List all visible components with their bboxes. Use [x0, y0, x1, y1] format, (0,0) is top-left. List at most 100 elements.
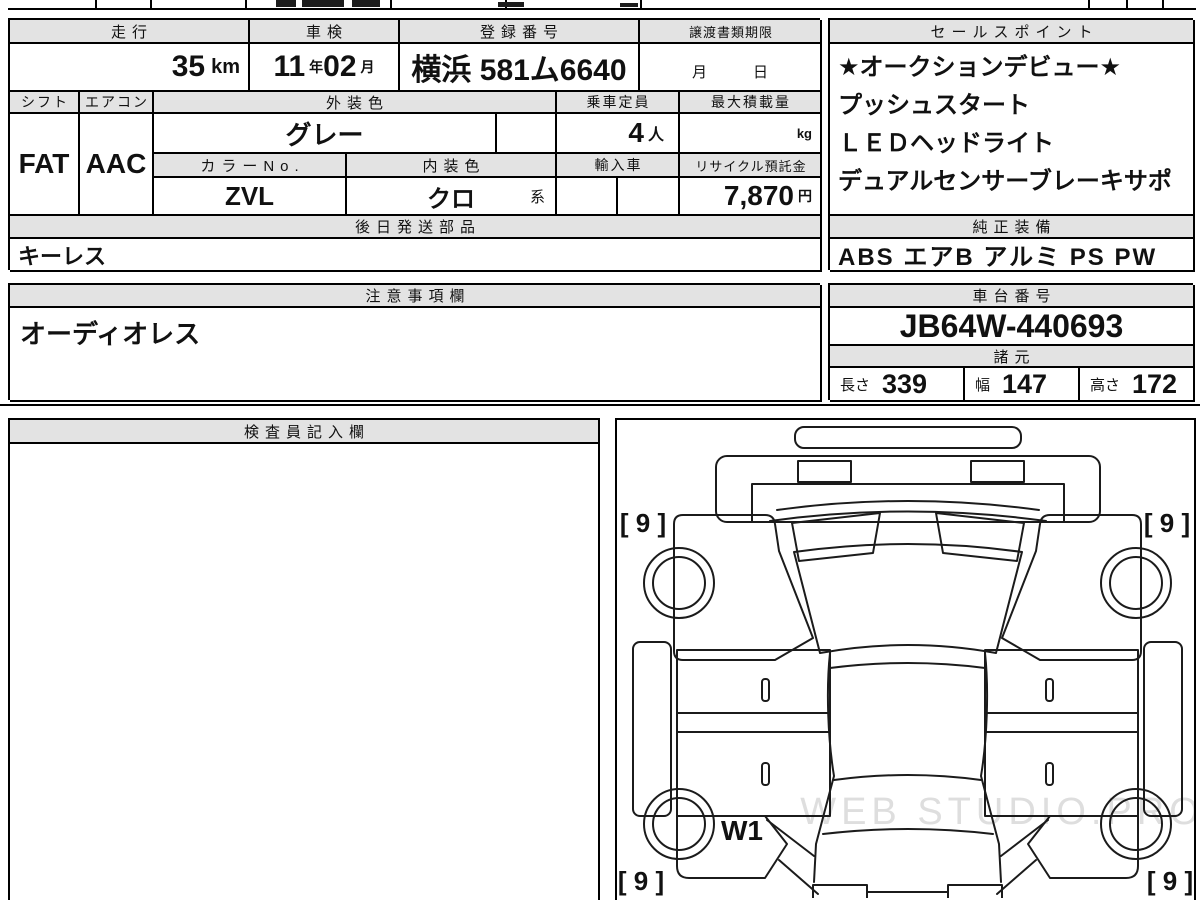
exterior-color-value-cell: グレー [154, 114, 497, 154]
aircon-value-cell: AAC [80, 114, 154, 216]
spec-width-value: 147 [1002, 368, 1048, 399]
spec-width-cell: 幅 147 [965, 368, 1080, 402]
exterior-color-value: グレー [285, 119, 364, 150]
transfer-deadline-day-label: 日 [753, 64, 769, 81]
notes-content: オーディオレス [10, 308, 822, 402]
later-parts-header: 後日発送部品 [10, 216, 822, 239]
later-parts-value: キーレス [18, 243, 107, 269]
interior-color-value-cell: クロ 系 [347, 178, 557, 216]
capacity-unit: 人 [647, 127, 664, 144]
corner-grade-bottom-left: [ 9 ] [618, 866, 664, 896]
corner-grade-top-left: [ 9 ] [620, 508, 666, 538]
spec-width-label: 幅 [975, 376, 991, 394]
chassis-header-label: 車台番号 [972, 288, 1057, 305]
later-parts-value-cell: キーレス [10, 239, 822, 272]
remnant-divider [1162, 0, 1164, 9]
chassis-value: JB64W-440693 [899, 307, 1124, 344]
import-car-header-label: 輸入車 [594, 157, 643, 173]
sales-points-header: セールスポイント [830, 20, 1195, 44]
shaken-year-unit: 年 [309, 59, 324, 75]
interior-color-header-label: 内装色 [422, 157, 486, 175]
remnant-divider [640, 0, 642, 9]
front-fender-right [1001, 514, 1142, 661]
registration-header-label: 登録番号 [479, 23, 564, 41]
wheel-rear-left [643, 788, 715, 860]
vehicle-info-table: 走行 車検 登録番号 譲渡書類期限 35 km 11 年 02 月 横浜 581… [8, 18, 822, 272]
side-sill-right [1143, 641, 1183, 817]
cropped-text-remnant [352, 0, 380, 7]
sales-point-line: ＬＥＤヘッドライト [838, 130, 1054, 157]
car-diagram-box: WEB STUDIO.PRO [9] [9] [9] [9] W… [615, 418, 1199, 900]
roof-front-seam [829, 662, 986, 669]
inspector-header-label: 検査員記入欄 [243, 423, 370, 441]
recycle-deposit-header-label: リサイクル預託金 [695, 158, 807, 174]
chassis-specs-box: 車台番号 JB64W-440693 諸元 長さ 339 幅 147 高さ 172 [828, 283, 1195, 402]
genuine-equipment-header: 純正装備 [830, 216, 1195, 239]
registration-value: 横浜 581ム6640 [411, 54, 627, 87]
hood-panel [793, 543, 1023, 654]
shift-value: FAT [18, 148, 70, 179]
chassis-value-cell: JB64W-440693 [830, 308, 1195, 346]
shift-header-label: シフト [21, 94, 69, 110]
spec-height-value: 172 [1132, 368, 1178, 399]
interior-color-suffix: 系 [529, 188, 545, 206]
door-divider-right [984, 712, 1139, 733]
sales-points-box: セールスポイント ★オークションデビュー★ プッシュスタート ＬＥＤヘッドライト… [828, 18, 1195, 272]
max-load-unit: kg [796, 125, 812, 141]
car-top-view-diagram: WEB STUDIO.PRO [9] [9] [9] [9] W… [618, 426, 1199, 900]
corner-grade-bottom-right: [ 9 ] [1147, 866, 1193, 896]
inspector-box: 検査員記入欄 [8, 418, 600, 900]
max-load-value-cell: kg [680, 114, 822, 154]
spec-height-label: 高さ [1090, 376, 1121, 394]
specs-header-label: 諸元 [993, 348, 1036, 366]
cropped-header-row [0, 0, 1200, 10]
remnant-divider [1126, 0, 1128, 9]
color-no-header: カラーNo. [154, 154, 347, 178]
color-no-value-cell: ZVL [154, 178, 347, 216]
import-car-empty-cell-2 [618, 178, 680, 216]
max-load-header-label: 最大積載量 [711, 94, 791, 110]
specs-header: 諸元 [830, 346, 1195, 368]
mileage-value: 35 [171, 50, 206, 83]
spec-length-label: 長さ [840, 376, 871, 394]
cropped-text-remnant [620, 3, 638, 7]
remnant-divider [150, 0, 152, 9]
mileage-header-label: 走行 [110, 23, 153, 41]
door-handle-rear-left [761, 762, 770, 786]
door-handle-front-right [1045, 678, 1054, 702]
tail-light-right [947, 884, 1003, 900]
capacity-header: 乗車定員 [557, 92, 680, 114]
door-handle-front-left [761, 678, 770, 702]
transfer-deadline-value-cell: 月 日 [640, 44, 822, 92]
later-parts-header-label: 後日発送部品 [354, 219, 481, 236]
transfer-deadline-month-label: 月 [691, 64, 707, 81]
notes-header-label: 注意事項欄 [365, 288, 471, 305]
wheel-rear-left-rim [652, 797, 706, 851]
sales-points-content: ★オークションデビュー★ プッシュスタート ＬＥＤヘッドライト デュアルセンサー… [830, 44, 1195, 216]
rear-bumper-band [866, 891, 949, 900]
import-car-empty-cell-1 [557, 178, 618, 216]
front-roof-bar [794, 426, 1022, 449]
windshield-outline [776, 500, 1040, 511]
registration-header: 登録番号 [400, 20, 640, 44]
shaken-header-label: 車検 [305, 23, 348, 41]
max-load-header: 最大積載量 [680, 92, 822, 114]
windshield-outline-2 [769, 510, 1047, 522]
remnant-divider [95, 0, 97, 9]
chassis-header: 車台番号 [830, 285, 1195, 308]
recycle-deposit-value-cell: 7,870 円 [680, 178, 822, 216]
transfer-deadline-header-label: 譲渡書類期限 [688, 24, 773, 40]
exterior-color-header: 外装色 [154, 92, 557, 114]
aircon-header: エアコン [80, 92, 154, 114]
notes-value: オーディオレス [20, 319, 201, 349]
wheel-note-w1: W1 [721, 815, 763, 846]
exterior-color-empty-cell [497, 114, 557, 154]
color-no-header-label: カラーNo. [200, 157, 305, 175]
interior-color-value: クロ [427, 185, 475, 213]
notes-header: 注意事項欄 [10, 285, 822, 308]
front-fender-left [673, 514, 814, 661]
door-divider-left [676, 712, 831, 733]
corner-grade-top-right: [ 9 ] [1144, 508, 1190, 538]
shaken-year: 11 [273, 50, 306, 83]
genuine-equipment-value-cell: ABS エアB アルミ PS PW [830, 239, 1195, 272]
